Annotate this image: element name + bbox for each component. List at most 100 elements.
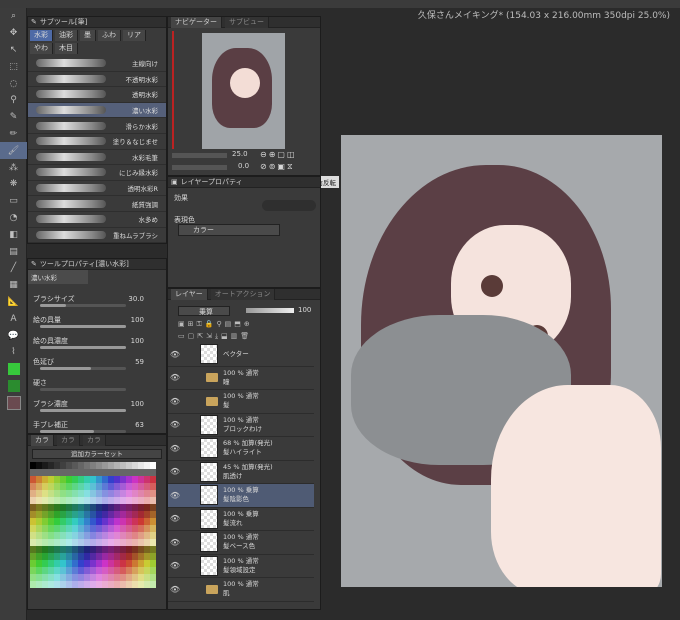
color-swatch[interactable] <box>150 490 156 497</box>
layer-row[interactable]: 👁 68 % 加算(発光) 髪ハイライト <box>168 437 314 461</box>
ruler-icon[interactable]: 📐 <box>0 294 27 311</box>
color-swatch[interactable] <box>150 511 156 518</box>
brush-item[interactable]: 透明水彩 <box>28 87 166 103</box>
category-tab-gentle[interactable]: やわ <box>30 43 53 54</box>
airbrush-icon[interactable]: ⁂ <box>0 159 27 176</box>
zoom-icon[interactable]: ⌕ <box>0 8 27 25</box>
category-tab-wood[interactable]: 木目 <box>55 43 78 54</box>
layer-row[interactable]: 👁 45 % 加算(発光) 肌透け <box>168 461 314 484</box>
property-slider[interactable] <box>40 430 126 433</box>
category-tab-watercolor[interactable]: 水彩 <box>30 30 53 41</box>
layer-row[interactable]: 👁 100 % 通常髪 <box>168 390 314 414</box>
rotation-slider[interactable] <box>172 165 227 170</box>
text-icon[interactable]: A <box>0 310 27 327</box>
display-color-dropdown[interactable]: カラー <box>178 224 280 236</box>
pencil-icon[interactable]: ✏ <box>0 126 27 143</box>
visibility-icon[interactable]: 👁 <box>168 350 182 359</box>
tab-layer[interactable]: レイヤー <box>171 288 208 300</box>
visibility-icon[interactable]: 👁 <box>168 491 182 500</box>
layer-row[interactable]: 👁 100 % 乗算 髪陰影色 <box>168 484 314 508</box>
selection-icon[interactable]: ⬚ <box>0 58 27 75</box>
property-row[interactable]: ブラシサイズ 30.0 <box>28 288 166 309</box>
color-swatch[interactable] <box>150 476 156 483</box>
rotation-controls[interactable]: ⊘⊚▣⧖ <box>260 162 295 172</box>
tab-subview[interactable]: サブビュー <box>225 16 269 28</box>
category-tab-ink[interactable]: 墨 <box>80 30 96 41</box>
tab-color-1[interactable]: カラ <box>31 434 54 446</box>
tab-color-2[interactable]: カラ <box>57 434 80 446</box>
layer-row[interactable]: 👁 100 % 通常肌 <box>168 578 314 602</box>
sub-color-icon[interactable] <box>0 378 27 395</box>
tab-navigator[interactable]: ナビゲーター <box>171 16 222 28</box>
lasso-icon[interactable]: ◌ <box>0 75 27 92</box>
brush-item[interactable]: にじみ縁水彩 <box>28 165 166 181</box>
brush-item[interactable]: 水多め <box>28 212 166 228</box>
color-swatch[interactable] <box>150 553 156 560</box>
color-swatch-icon[interactable] <box>0 394 27 411</box>
visibility-icon[interactable]: 👁 <box>168 514 182 523</box>
brush-item[interactable]: 不透明水彩 <box>28 72 166 88</box>
category-tab-real[interactable]: リア <box>123 30 146 41</box>
visibility-icon[interactable]: 👁 <box>168 420 182 429</box>
operation-icon[interactable]: ↖ <box>0 42 27 59</box>
decoration-icon[interactable]: ❋ <box>0 176 27 193</box>
navigator-thumbnail[interactable] <box>202 33 285 149</box>
layer-tool-row[interactable]: ▣⊞⚿🔒⚲▤⬒⊕ <box>178 320 318 330</box>
tab-color-3[interactable]: カラ <box>83 434 106 446</box>
visibility-icon[interactable]: 👁 <box>168 561 182 570</box>
brush-icon[interactable]: 🖌 <box>0 142 27 160</box>
visibility-icon[interactable]: 👁 <box>168 467 182 476</box>
brush-item[interactable]: 主線向け <box>28 56 166 72</box>
color-swatch[interactable] <box>150 581 156 588</box>
opacity-slider[interactable] <box>246 308 294 313</box>
property-row[interactable]: ブラシ濃度 100 <box>28 393 166 414</box>
color-swatch[interactable] <box>150 504 156 511</box>
color-swatch[interactable] <box>150 518 156 525</box>
move-icon[interactable]: ✥ <box>0 25 27 42</box>
category-tab-oil[interactable]: 油彩 <box>55 30 78 41</box>
visibility-icon[interactable]: 👁 <box>168 373 182 382</box>
zoom-slider[interactable] <box>172 153 227 158</box>
property-slider[interactable] <box>40 304 126 307</box>
layer-row[interactable]: 👁 100 % 通常 髪領域設定 <box>168 555 314 578</box>
property-slider[interactable] <box>40 346 126 349</box>
brush-item[interactable]: 塗り＆なじませ <box>28 134 166 150</box>
category-tab-soft[interactable]: ふわ <box>98 30 121 41</box>
property-row[interactable]: 色延び 59 <box>28 351 166 372</box>
property-slider[interactable] <box>40 325 126 328</box>
color-swatch[interactable] <box>150 525 156 532</box>
pen-icon[interactable]: ✎ <box>0 109 27 126</box>
correct-line-icon[interactable]: ⌇ <box>0 344 27 361</box>
balloon-icon[interactable]: 💬 <box>0 327 27 344</box>
brush-item[interactable]: 水彩毛筆 <box>28 150 166 166</box>
color-swatch[interactable] <box>150 574 156 581</box>
eyedropper-icon[interactable]: ⚲ <box>0 92 27 109</box>
visibility-icon[interactable]: 👁 <box>168 585 182 594</box>
property-slider[interactable] <box>40 367 126 370</box>
color-swatch[interactable] <box>150 462 156 469</box>
tab-auto-action[interactable]: オートアクション <box>210 288 276 300</box>
property-slider[interactable] <box>40 388 126 391</box>
brush-item[interactable]: 透明水彩R <box>28 181 166 197</box>
property-slider[interactable] <box>40 409 126 412</box>
color-swatch[interactable] <box>150 567 156 574</box>
zoom-controls[interactable]: ⊖⊕▢◫ <box>260 150 297 159</box>
color-swatch[interactable] <box>150 546 156 553</box>
property-row[interactable]: 手ブレ補正 63 <box>28 414 166 435</box>
visibility-icon[interactable]: 👁 <box>168 397 182 406</box>
effect-buttons[interactable] <box>262 200 316 211</box>
property-row[interactable]: 硬さ <box>28 372 166 393</box>
main-color-icon[interactable] <box>0 361 27 378</box>
color-swatch[interactable] <box>150 497 156 504</box>
layer-action-row[interactable]: ▭▢⇱⇲⤓⬓▥🗑 <box>178 332 318 342</box>
brush-item[interactable]: 紙質強調 <box>28 196 166 212</box>
color-swatch[interactable] <box>150 560 156 567</box>
blend-icon[interactable]: ◔ <box>0 210 27 227</box>
layer-row[interactable]: 👁 100 % 通常 ブロックわけ <box>168 414 314 437</box>
layer-row[interactable]: 👁 100 % 通常 髪ベース色 <box>168 531 314 555</box>
canvas[interactable] <box>341 135 662 587</box>
figure-icon[interactable]: ╱ <box>0 260 27 277</box>
color-swatch[interactable] <box>150 483 156 490</box>
brush-item[interactable]: 重ねムラブラシ <box>28 228 166 244</box>
visibility-icon[interactable]: 👁 <box>168 444 182 453</box>
